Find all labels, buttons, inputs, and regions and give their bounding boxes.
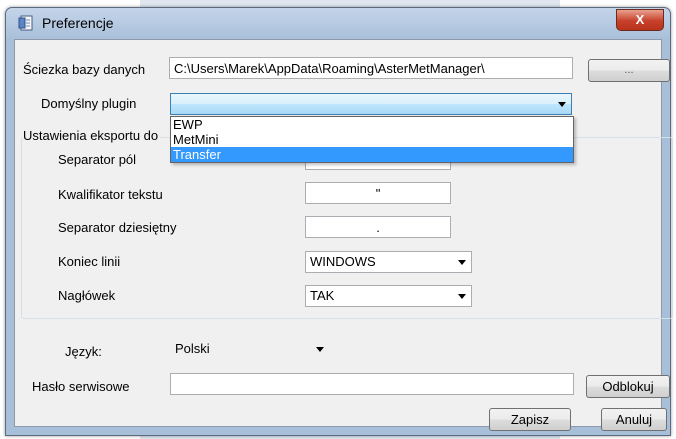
field-separator-label: Separator pól	[58, 152, 137, 167]
chevron-down-icon	[316, 347, 324, 352]
plugin-option-transfer[interactable]: Transfer	[171, 147, 573, 162]
line-end-select[interactable]: WINDOWS	[305, 251, 472, 273]
chevron-down-icon	[458, 260, 466, 265]
export-group-label: Ustawienia eksportu do	[23, 128, 161, 143]
chevron-down-icon	[458, 294, 466, 299]
language-label: Język:	[65, 344, 102, 359]
db-path-field[interactable]: C:\Users\Marek\AppData\Roaming\AsterMetM…	[169, 57, 573, 79]
decimal-separator-field[interactable]: .	[305, 216, 451, 238]
save-button[interactable]: Zapisz	[489, 408, 571, 431]
service-password-label: Hasło serwisowe	[32, 379, 130, 394]
plugin-dropdown-list[interactable]: EWP MetMini Transfer	[170, 116, 574, 163]
close-icon: X	[635, 12, 645, 27]
text-qualifier-label: Kwalifikator tekstu	[58, 187, 163, 202]
preferences-dialog: Preferencje X Ściezka bazy danych C:\Use…	[5, 7, 673, 436]
plugin-label: Domyślny plugin	[41, 96, 137, 111]
language-select[interactable]: Polski	[170, 338, 330, 360]
browse-button[interactable]: ...	[588, 59, 670, 82]
line-end-selected-value: WINDOWS	[310, 254, 376, 269]
plugin-option-ewp[interactable]: EWP	[171, 117, 573, 132]
header-label: Nagłówek	[58, 288, 116, 303]
plugin-select[interactable]	[170, 93, 572, 115]
language-selected-value: Polski	[175, 341, 210, 356]
db-path-label: Ściezka bazy danych	[23, 62, 146, 77]
header-select[interactable]: TAK	[305, 285, 472, 307]
header-selected-value: TAK	[310, 288, 335, 303]
line-end-label: Koniec linii	[58, 254, 121, 269]
close-button[interactable]: X	[616, 9, 664, 31]
dialog-client-area: Ściezka bazy danych C:\Users\Marek\AppDa…	[14, 39, 673, 431]
plugin-option-metmini[interactable]: MetMini	[171, 132, 573, 147]
service-password-field[interactable]	[170, 373, 574, 395]
cancel-button[interactable]: Anuluj	[601, 408, 667, 431]
chevron-down-icon	[558, 102, 566, 107]
preferences-document-icon	[18, 15, 33, 31]
decimal-separator-label: Separator dziesiętny	[58, 220, 177, 235]
text-qualifier-field[interactable]: "	[305, 182, 451, 204]
title-bar[interactable]: Preferencje X	[6, 8, 670, 38]
window-title: Preferencje	[42, 15, 114, 31]
unlock-button[interactable]: Odblokuj	[586, 375, 670, 398]
